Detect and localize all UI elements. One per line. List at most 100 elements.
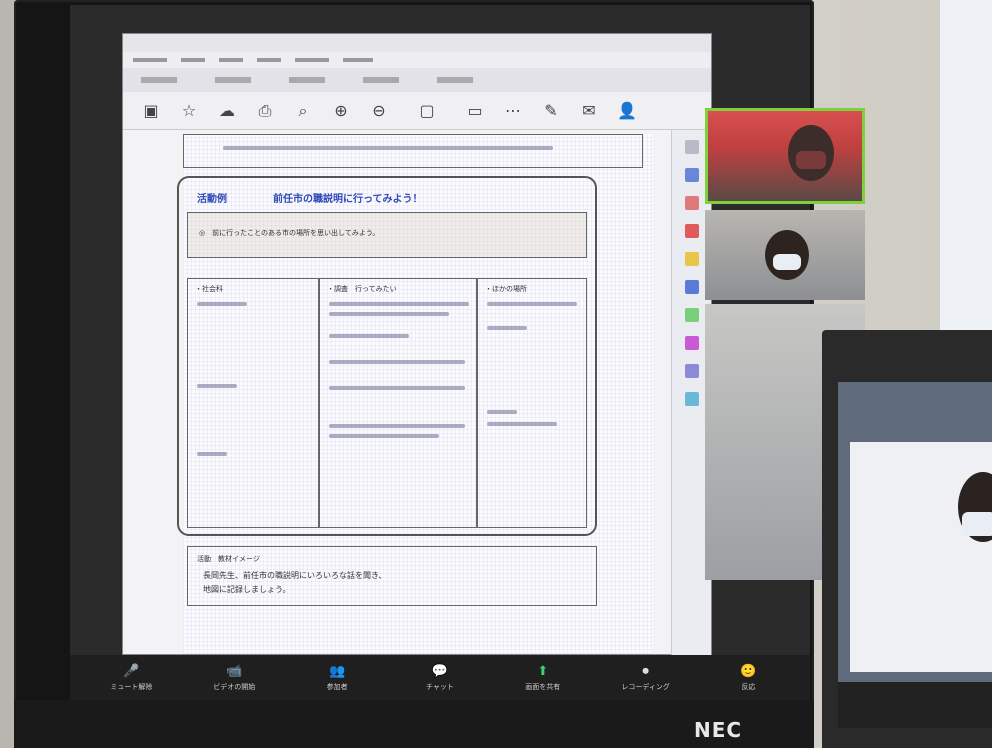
tab-item[interactable] <box>215 77 251 83</box>
zoom-control-bar: 🎤 ミュート解除 📹 ビデオの開始 👥 参加者 💬 チャット ⬆ 画面を共有 ⏺ レコーディング 🙂 反応 <box>70 655 810 700</box>
menu-item[interactable] <box>295 58 329 62</box>
menu-item[interactable] <box>343 58 373 62</box>
zoom-control-label: 反応 <box>741 682 756 691</box>
participant-mask <box>773 254 801 270</box>
text-line <box>197 384 237 388</box>
video-tile-participant[interactable] <box>705 210 865 300</box>
video-tile-active-speaker[interactable] <box>705 108 865 204</box>
tab-item[interactable] <box>363 77 399 83</box>
search-icon[interactable]: ⌕ <box>293 101 313 121</box>
more-tools-icon[interactable] <box>684 392 699 406</box>
menu-item[interactable] <box>133 58 167 62</box>
right-column <box>477 278 587 528</box>
save-icon[interactable]: ▣ <box>141 101 161 120</box>
tab-item[interactable] <box>141 77 177 83</box>
tab-item[interactable] <box>437 77 473 83</box>
laptop <box>822 330 992 748</box>
share-screen-button[interactable]: ⬆ 画面を共有 <box>508 664 578 692</box>
share-screen-icon: ⬆ <box>537 663 549 679</box>
pdf-tool-icon[interactable] <box>684 224 699 238</box>
edit-tool-icon[interactable] <box>684 280 699 294</box>
menu-item[interactable] <box>181 58 205 62</box>
bookmark-star-icon[interactable]: ☆ <box>179 101 199 120</box>
reactions-icon: 🙂 <box>740 663 757 679</box>
comment-icon[interactable]: ▭ <box>465 101 485 120</box>
video-camera-icon: 📹 <box>226 663 243 679</box>
footer-line-2: 地図に記録しましょう。 <box>203 585 291 594</box>
window-titlebar <box>123 34 711 52</box>
footer-line-1: 長岡先生、前任市の職説明にいろいろな話を聞き、 <box>203 571 387 580</box>
monitor-screen: ▣ ☆ ☁ ⎙ ⌕ ⊕ ⊖ ▢ ▭ ⋯ ✎ ✉ 👤 活動例 前任市の職説明に行っ… <box>70 5 810 700</box>
record-button[interactable]: ⏺ レコーディング <box>611 664 681 692</box>
zoom-tool-icon[interactable] <box>684 140 699 154</box>
col-right-header: ・ほかの場所 <box>485 285 527 293</box>
pdf-toolbar: ▣ ☆ ☁ ⎙ ⌕ ⊕ ⊖ ▢ ▭ ⋯ ✎ ✉ 👤 <box>123 92 711 130</box>
participant-mask <box>962 512 992 536</box>
page-tool-icon[interactable] <box>684 168 699 182</box>
text-line <box>223 146 553 150</box>
col-mid-header: ・調査 行ってみたい <box>327 285 397 293</box>
zoom-out-icon[interactable]: ⊖ <box>369 101 389 120</box>
col-left-header: ・社会科 <box>195 285 223 293</box>
monitor-brand-logo: NEC <box>694 718 743 742</box>
menu-item[interactable] <box>257 58 281 62</box>
pdf-page: 活動例 前任市の職説明に行ってみよう！ ◎ 前に行ったことのある市の場所を思い出… <box>177 134 653 654</box>
laptop-screen <box>838 382 992 728</box>
tab-bar <box>123 68 711 92</box>
zoom-control-label: 参加者 <box>326 682 348 691</box>
text-line <box>329 434 439 438</box>
zoom-control-label: ビデオの開始 <box>213 682 256 691</box>
left-column <box>187 278 319 528</box>
more-icon[interactable]: ⋯ <box>503 101 523 120</box>
text-line <box>329 334 409 338</box>
menu-bar <box>123 52 711 68</box>
zoom-in-icon[interactable]: ⊕ <box>331 101 351 120</box>
tab-item[interactable] <box>289 77 325 83</box>
sign-icon[interactable]: ✎ <box>541 101 561 120</box>
unmute-button[interactable]: 🎤 ミュート解除 <box>96 664 166 692</box>
laptop-zoom-bar <box>838 682 992 728</box>
text-line <box>487 302 577 306</box>
footer-title: 活動 教材イメージ <box>197 555 260 563</box>
reactions-button[interactable]: 🙂 反応 <box>713 664 783 692</box>
export-tool-icon[interactable] <box>684 196 699 210</box>
record-icon: ⏺ <box>642 663 649 679</box>
chat-icon: 💬 <box>431 663 449 679</box>
text-line <box>487 326 527 330</box>
pdf-viewer-window: ▣ ☆ ☁ ⎙ ⌕ ⊕ ⊖ ▢ ▭ ⋯ ✎ ✉ 👤 活動例 前任市の職説明に行っ… <box>122 33 712 656</box>
fill-sign-icon[interactable] <box>684 336 699 350</box>
text-line <box>487 422 557 426</box>
background-paper <box>940 0 992 330</box>
top-box <box>183 134 643 168</box>
text-line <box>329 302 469 306</box>
section-heading: 前任市の職説明に行ってみよう！ <box>273 194 423 205</box>
zoom-control-label: レコーディング <box>621 682 670 691</box>
participants-icon: 👥 <box>329 663 346 679</box>
cloud-upload-icon[interactable]: ☁ <box>217 101 237 120</box>
text-line <box>197 452 227 456</box>
zoom-control-label: 画面を共有 <box>525 682 561 691</box>
participants-button[interactable]: 👥 参加者 <box>302 664 372 692</box>
laptop-window <box>850 442 992 672</box>
protect-tool-icon[interactable] <box>684 364 699 378</box>
menu-item[interactable] <box>219 58 243 62</box>
print-icon[interactable]: ⎙ <box>255 101 275 121</box>
zoom-control-label: チャット <box>425 682 454 691</box>
text-line <box>329 386 465 390</box>
text-line <box>329 424 465 428</box>
note-text: ◎ 前に行ったことのある市の場所を思い出してみよう。 <box>199 229 380 237</box>
start-video-button[interactable]: 📹 ビデオの開始 <box>199 664 269 692</box>
comment-tool-icon[interactable] <box>684 252 699 266</box>
microphone-icon: 🎤 <box>123 663 140 679</box>
page-nav-icon[interactable]: ▢ <box>407 101 447 120</box>
text-line <box>329 360 465 364</box>
chat-button[interactable]: 💬 チャット <box>405 664 475 692</box>
organize-tool-icon[interactable] <box>684 308 699 322</box>
text-line <box>329 312 449 316</box>
text-line <box>197 302 247 306</box>
section-number: 活動例 <box>197 194 227 205</box>
share-user-icon[interactable]: 👤 <box>617 101 637 120</box>
mail-icon[interactable]: ✉ <box>579 101 599 120</box>
zoom-control-label: ミュート解除 <box>110 682 153 691</box>
participant-mask <box>796 151 826 169</box>
